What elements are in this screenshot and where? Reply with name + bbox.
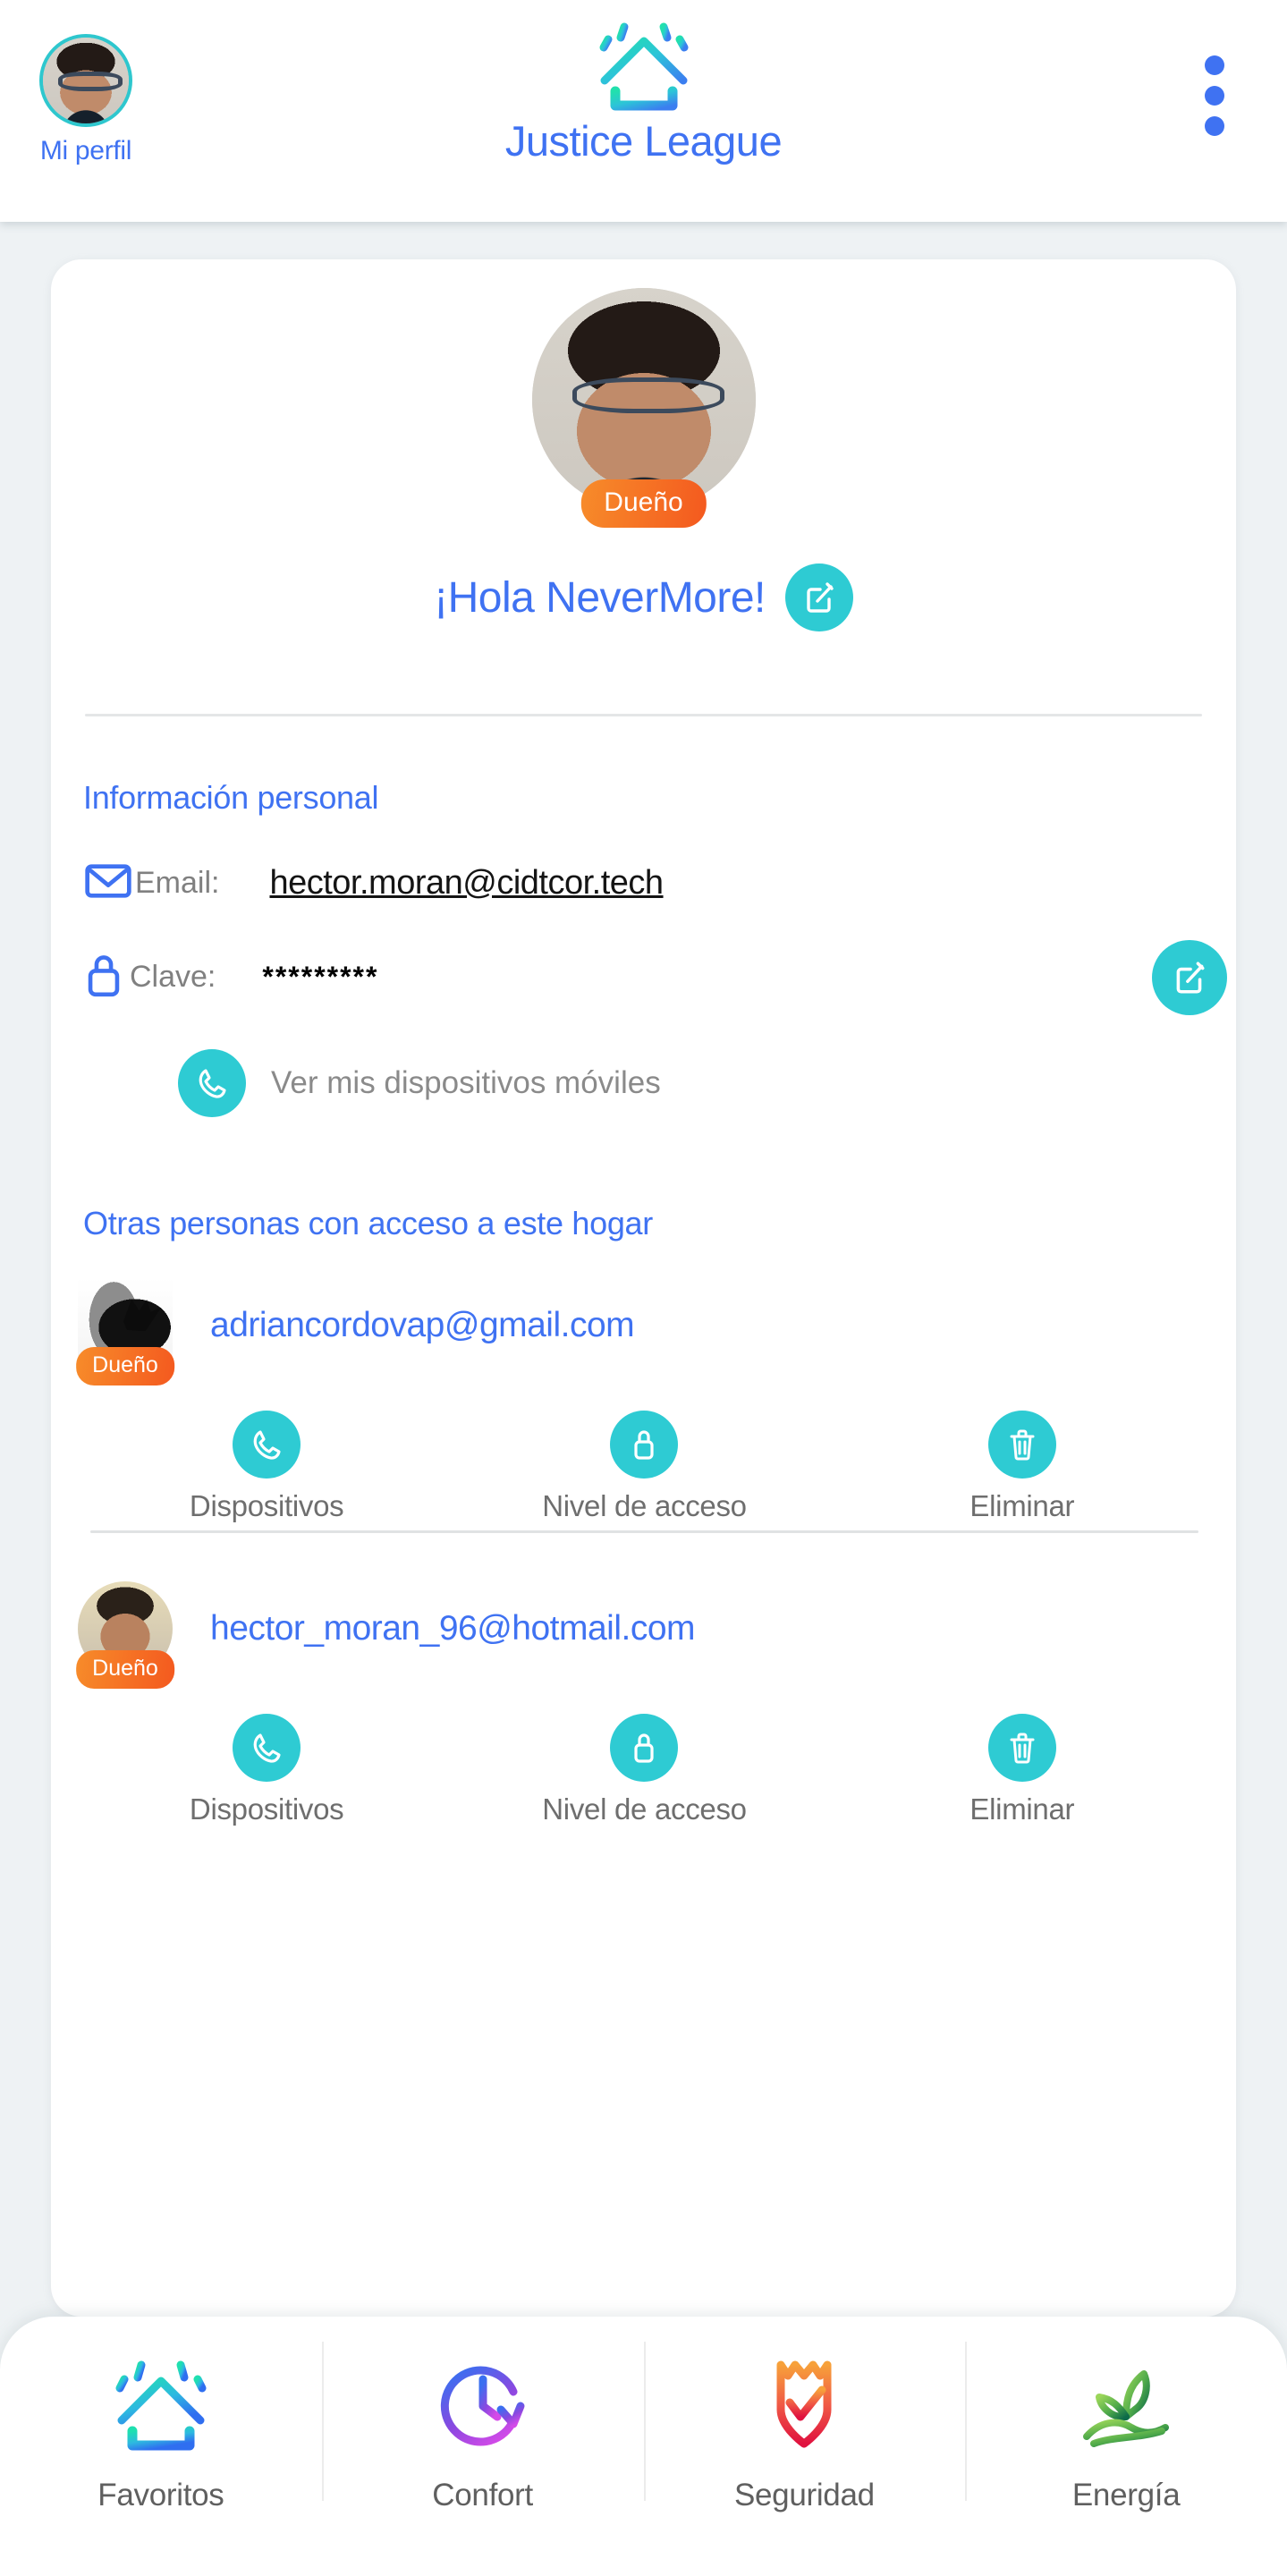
my-profile-button[interactable]: Mi perfil [32, 34, 140, 166]
email-label: Email: [135, 866, 220, 900]
phone-handset-icon [233, 1411, 301, 1479]
tab-seguridad-label: Seguridad [733, 2478, 875, 2512]
password-row: Clave: ********* [83, 939, 1236, 1015]
person-email[interactable]: hector_moran_96@hotmail.com [210, 1609, 696, 1648]
edit-password-button[interactable] [1152, 939, 1227, 1015]
tab-favoritos[interactable]: Favoritos [0, 2317, 322, 2576]
hero-section: Dueño ¡Hola NeverMore! [51, 259, 1236, 716]
personal-info-title: Información personal [83, 779, 379, 816]
my-devices-label: Ver mis dispositivos móviles [271, 1065, 661, 1100]
list-item: Dueño adriancordovap@gmail.com Dispositi… [51, 1278, 1236, 1533]
person-access-level-button[interactable]: Nivel de acceso [455, 1411, 833, 1523]
person-devices-label: Dispositivos [189, 1489, 344, 1522]
my-devices-button[interactable]: Ver mis dispositivos móviles [178, 1049, 1236, 1117]
person-devices-button[interactable]: Dispositivos [78, 1714, 455, 1826]
person-email[interactable]: adriancordovap@gmail.com [210, 1306, 635, 1345]
trash-can-icon [987, 1714, 1056, 1782]
tab-energia[interactable]: Energía [965, 2317, 1287, 2576]
bottom-navigation: Favoritos Confort Seguridad Energía [0, 2317, 1287, 2576]
password-label: Clave: [130, 960, 216, 994]
my-profile-label: Mi perfil [39, 136, 132, 165]
tab-favoritos-label: Favoritos [97, 2478, 224, 2512]
home-rays-logo-icon [585, 16, 703, 113]
profile-card: Dueño ¡Hola NeverMore! Información perso… [51, 259, 1236, 2317]
profile-avatar-large[interactable] [531, 288, 756, 512]
app-header: Mi perfil Justice League [0, 0, 1287, 222]
app-title: Justice League [504, 117, 783, 165]
shared-access-section: Otras personas con acceso a este hogar D… [51, 1205, 1236, 1826]
person-delete-label: Eliminar [969, 1792, 1075, 1826]
person-actions: Dispositivos Nivel de acceso Eliminar [78, 1714, 1211, 1826]
person-devices-button[interactable]: Dispositivos [78, 1411, 455, 1523]
person-divider [90, 1530, 1198, 1533]
section-divider [85, 714, 1202, 716]
header-avatar[interactable] [39, 34, 132, 127]
password-value: ********* [262, 961, 379, 993]
person-access-level-label: Nivel de acceso [542, 1489, 747, 1522]
email-row: Email: hector.moran@cidtcor.tech [83, 860, 1236, 907]
email-value[interactable]: hector.moran@cidtcor.tech [269, 864, 664, 902]
lock-icon [610, 1411, 679, 1479]
shield-check-icon [644, 2351, 966, 2470]
person-delete-button[interactable]: Eliminar [834, 1714, 1211, 1826]
mail-envelope-icon [83, 860, 133, 907]
tab-seguridad[interactable]: Seguridad [643, 2317, 966, 2576]
owner-badge: Dueño [580, 479, 707, 528]
owner-badge: Dueño [76, 1650, 174, 1689]
owner-badge: Dueño [76, 1347, 174, 1385]
person-access-level-label: Nivel de acceso [542, 1792, 747, 1826]
person-delete-button[interactable]: Eliminar [834, 1411, 1211, 1523]
tab-confort-label: Confort [432, 2478, 533, 2512]
shared-access-title: Otras personas con acceso a este hogar [83, 1205, 653, 1241]
tab-confort[interactable]: Confort [321, 2317, 644, 2576]
lock-icon [83, 950, 124, 1004]
brand-block: Justice League [0, 0, 1287, 165]
person-actions: Dispositivos Nivel de acceso Eliminar [78, 1411, 1211, 1523]
list-item: Dueño hector_moran_96@hotmail.com Dispos… [51, 1581, 1236, 1826]
trash-can-icon [987, 1411, 1056, 1479]
edit-pencil-square-icon[interactable] [784, 564, 853, 631]
phone-handset-icon [178, 1049, 246, 1117]
home-rays-icon [0, 2351, 322, 2470]
person-delete-label: Eliminar [969, 1489, 1075, 1522]
phone-handset-icon [233, 1714, 301, 1782]
person-devices-label: Dispositivos [189, 1792, 344, 1826]
hand-plant-icon [965, 2351, 1287, 2470]
person-access-level-button[interactable]: Nivel de acceso [455, 1714, 833, 1826]
personal-info-section: Información personal Email: hector.moran… [51, 779, 1236, 1117]
app-screen: Mi perfil Justice League Dueño ¡Hola Nev… [0, 0, 1287, 2576]
greeting-text: ¡Hola NeverMore! [434, 573, 766, 622]
kebab-menu-icon[interactable] [1198, 55, 1232, 136]
lock-icon [610, 1714, 679, 1782]
clock-refresh-icon [322, 2351, 644, 2470]
tab-energia-label: Energía [1071, 2478, 1181, 2512]
